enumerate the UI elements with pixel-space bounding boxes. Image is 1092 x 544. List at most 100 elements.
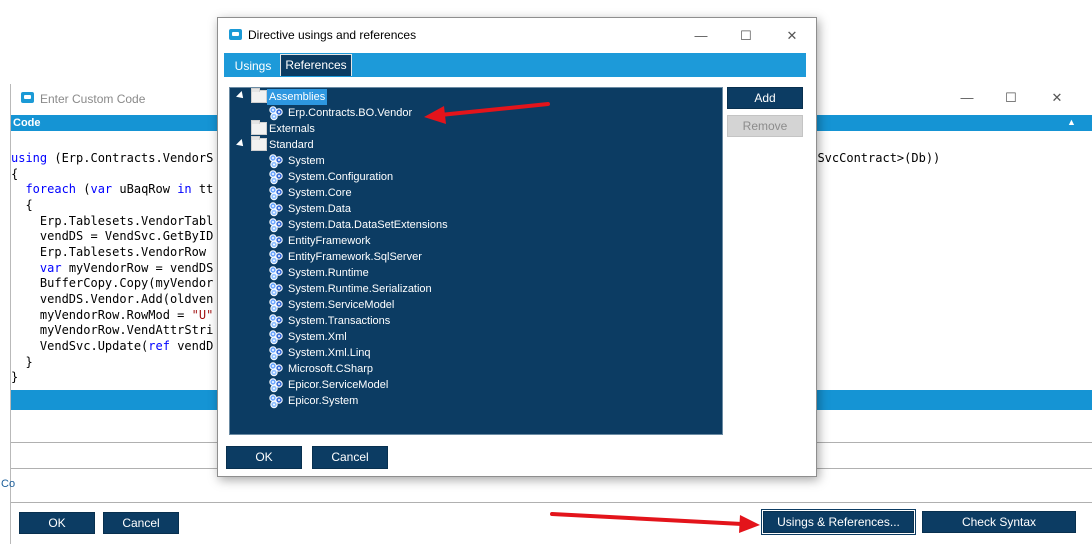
assembly-reference-icon [268, 361, 284, 377]
maximize-icon[interactable]: ☐ [1003, 90, 1019, 106]
code-line: { [11, 166, 19, 181]
tree-node-reference[interactable]: Epicor.ServiceModel [230, 377, 720, 393]
tree-node-label: Microsoft.CSharp [288, 363, 373, 375]
code-line-fragment: orSvcContract>(Db)) [803, 151, 941, 165]
tab-strip: Usings References [224, 53, 806, 77]
folder-icon [251, 120, 267, 135]
tree-node-label: System.Data [288, 203, 351, 215]
assembly-reference-icon [268, 217, 284, 233]
code-line: vendDS = VendSvc.GetByID [11, 229, 214, 244]
assembly-reference-icon [268, 105, 284, 121]
tree-node-label: System.Xml [288, 331, 347, 343]
code-line: } [11, 370, 19, 385]
assembly-reference-icon [268, 201, 284, 217]
assembly-reference-icon [268, 249, 284, 265]
tree-node-reference[interactable]: Epicor.System [230, 393, 720, 409]
assembly-reference-icon [268, 281, 284, 297]
tree-node-assemblies[interactable]: Assemblies [230, 88, 720, 105]
tree-node-reference[interactable]: EntityFramework [230, 233, 720, 249]
assembly-reference-icon [268, 313, 284, 329]
code-line: vendDS.Vendor.Add(oldven [11, 291, 214, 306]
assembly-reference-icon [268, 297, 284, 313]
tree-node-label: System.Transactions [288, 315, 391, 327]
code-line: VendSvc.Update(ref vendD [11, 338, 214, 353]
tree-node-label: Epicor.System [288, 395, 359, 407]
tree-node-label: Standard [269, 139, 314, 151]
tab-references[interactable]: References [280, 54, 352, 76]
assembly-reference-icon [268, 329, 284, 345]
tree-node-reference[interactable]: System.Transactions [230, 313, 720, 329]
tree-node-label: Erp.Contracts.BO.Vendor [288, 107, 413, 119]
tree-node-standard[interactable]: Standard [230, 136, 720, 153]
dialog-cancel-button[interactable]: Cancel [312, 446, 388, 469]
tree-node-label: Epicor.ServiceModel [288, 379, 389, 391]
add-button[interactable]: Add [727, 87, 803, 109]
folder-icon [251, 88, 267, 103]
tree-node-reference[interactable]: System.Xml [230, 329, 720, 345]
tree-node-reference[interactable]: System.Data.DataSetExtensions [230, 217, 720, 233]
code-line: } [11, 354, 33, 369]
tree-node-reference[interactable]: System [230, 153, 720, 169]
assembly-reference-icon [268, 377, 284, 393]
minimize-icon[interactable]: — [693, 28, 709, 44]
ok-button[interactable]: OK [19, 512, 95, 534]
pin-icon[interactable]: ▲ [1067, 117, 1076, 127]
tree-node-label: EntityFramework [288, 235, 371, 247]
tree-node-label: Externals [269, 123, 315, 135]
assembly-reference-icon [268, 185, 284, 201]
tree-node-reference[interactable]: System.ServiceModel [230, 297, 720, 313]
tree-node-reference[interactable]: System.Core [230, 185, 720, 201]
code-line: var myVendorRow = vendDS [39, 260, 214, 275]
usings-references-button[interactable]: Usings & References... [761, 509, 916, 535]
code-window-title: Enter Custom Code [40, 92, 146, 106]
close-icon[interactable]: ✕ [1049, 90, 1065, 106]
tree-node-label: System.Data.DataSetExtensions [288, 219, 448, 231]
dialog-title: Directive usings and references [248, 28, 417, 42]
tree-node-reference[interactable]: System.Runtime.Serialization [230, 281, 720, 297]
code-line: BufferCopy.Copy(myVendor [11, 276, 214, 291]
dialog-ok-button[interactable]: OK [226, 446, 302, 469]
tree-node-reference[interactable]: System.Configuration [230, 169, 720, 185]
app-window-icon [21, 92, 34, 103]
tree-node-label: System.Core [288, 187, 352, 199]
tree-node-reference[interactable]: Microsoft.CSharp [230, 361, 720, 377]
tree-node-externals[interactable]: Externals [230, 120, 720, 137]
assembly-reference-icon [268, 153, 284, 169]
code-editor[interactable]: using (Erp.Contracts.VendorS{ foreach (v… [11, 151, 213, 386]
collapse-arrow-icon[interactable] [236, 139, 246, 149]
directive-usings-dialog: Directive usings and references — ☐ ✕ Us… [217, 17, 817, 477]
maximize-icon[interactable]: ☐ [738, 28, 754, 44]
tree-node-label: System [288, 155, 325, 167]
code-line: myVendorRow.RowMod = "U" [11, 307, 214, 322]
code-line: { [11, 197, 33, 212]
code-line: Erp.Tablesets.VendorRow [11, 244, 214, 259]
tab-usings[interactable]: Usings [228, 53, 278, 77]
tree-node-reference[interactable]: System.Runtime [230, 265, 720, 281]
tree-node-label: Assemblies [267, 89, 328, 105]
code-line: myVendorRow.VendAttrStri [11, 323, 214, 338]
tree-node-label: System.Xml.Linq [288, 347, 371, 359]
close-icon[interactable]: ✕ [784, 28, 800, 44]
check-syntax-button[interactable]: Check Syntax [922, 511, 1076, 533]
tree-node-label: System.Configuration [288, 171, 394, 183]
minimize-icon[interactable]: — [959, 90, 975, 106]
code-line: foreach (var uBaqRow in tt [25, 182, 214, 197]
tree-node-label: System.Runtime.Serialization [288, 283, 432, 295]
app-window-icon [229, 29, 242, 40]
tree-node-reference[interactable]: System.Data [230, 201, 720, 217]
assembly-reference-icon [268, 345, 284, 361]
references-tree[interactable]: Assemblies Externals Standard Erp.Contra… [229, 87, 723, 435]
collapse-arrow-icon[interactable] [236, 91, 246, 101]
code-line: Erp.Tablesets.VendorTabl [11, 213, 214, 228]
tree-node-reference[interactable]: Erp.Contracts.BO.Vendor [230, 105, 720, 121]
dialog-titlebar: Directive usings and references — ☐ ✕ [218, 18, 816, 50]
remove-button[interactable]: Remove [727, 115, 803, 137]
folder-icon [251, 136, 267, 151]
divider [11, 502, 1092, 503]
truncated-link[interactable]: Co [1, 478, 15, 490]
cancel-button[interactable]: Cancel [103, 512, 179, 534]
tree-node-reference[interactable]: EntityFramework.SqlServer [230, 249, 720, 265]
tree-node-label: EntityFramework.SqlServer [288, 251, 422, 263]
tree-node-reference[interactable]: System.Xml.Linq [230, 345, 720, 361]
tree-node-label: System.Runtime [288, 267, 369, 279]
